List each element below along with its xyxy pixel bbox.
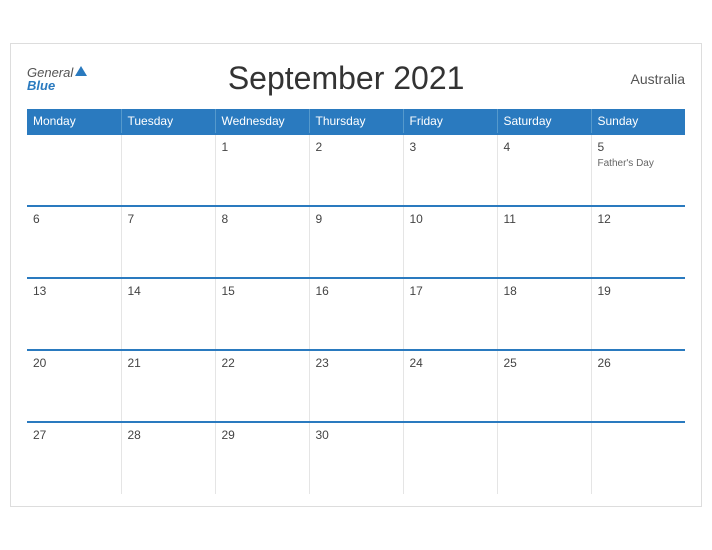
calendar-title: September 2021 — [87, 60, 605, 97]
day-number: 15 — [222, 284, 303, 298]
day-cell: 4 — [497, 134, 591, 206]
day-number: 7 — [128, 212, 209, 226]
week-row-2: 13 14 15 16 17 18 19 — [27, 278, 685, 350]
calendar-thead: MondayTuesdayWednesdayThursdayFridaySatu… — [27, 109, 685, 134]
day-cell: 27 — [27, 422, 121, 494]
day-cell: 1 — [215, 134, 309, 206]
day-number: 1 — [222, 140, 303, 154]
day-number: 28 — [128, 428, 209, 442]
header-cell-saturday: Saturday — [497, 109, 591, 134]
day-number: 4 — [504, 140, 585, 154]
logo: General Blue — [27, 66, 87, 92]
day-number: 14 — [128, 284, 209, 298]
country-label: Australia — [605, 71, 685, 87]
day-number: 19 — [598, 284, 680, 298]
day-number: 18 — [504, 284, 585, 298]
day-cell: 8 — [215, 206, 309, 278]
day-number: 17 — [410, 284, 491, 298]
day-number: 27 — [33, 428, 115, 442]
day-number: 20 — [33, 356, 115, 370]
day-cell — [27, 134, 121, 206]
header-cell-monday: Monday — [27, 109, 121, 134]
day-number: 24 — [410, 356, 491, 370]
day-number: 25 — [504, 356, 585, 370]
day-cell: 16 — [309, 278, 403, 350]
day-number: 22 — [222, 356, 303, 370]
day-cell: 24 — [403, 350, 497, 422]
day-number: 29 — [222, 428, 303, 442]
day-cell: 29 — [215, 422, 309, 494]
day-number: 2 — [316, 140, 397, 154]
day-number: 11 — [504, 212, 585, 226]
day-cell: 26 — [591, 350, 685, 422]
day-cell: 18 — [497, 278, 591, 350]
day-cell: 25 — [497, 350, 591, 422]
day-cell: 23 — [309, 350, 403, 422]
logo-general-text: General — [27, 66, 73, 79]
day-cell — [403, 422, 497, 494]
day-cell: 6 — [27, 206, 121, 278]
day-cell: 2 — [309, 134, 403, 206]
day-cell: 22 — [215, 350, 309, 422]
day-cell: 14 — [121, 278, 215, 350]
day-number: 8 — [222, 212, 303, 226]
day-cell: 21 — [121, 350, 215, 422]
day-number: 9 — [316, 212, 397, 226]
calendar-header: General Blue September 2021 Australia — [27, 60, 685, 97]
logo-blue-text: Blue — [27, 79, 55, 92]
header-cell-friday: Friday — [403, 109, 497, 134]
day-number: 6 — [33, 212, 115, 226]
day-cell: 11 — [497, 206, 591, 278]
day-cell: 5 Father's Day — [591, 134, 685, 206]
day-number: 16 — [316, 284, 397, 298]
day-number: 5 — [598, 140, 680, 154]
holiday-label: Father's Day — [598, 157, 680, 170]
calendar-tbody: 12345Father's Day67891011121314151617181… — [27, 134, 685, 494]
day-cell: 17 — [403, 278, 497, 350]
day-cell: 28 — [121, 422, 215, 494]
header-cell-wednesday: Wednesday — [215, 109, 309, 134]
header-cell-tuesday: Tuesday — [121, 109, 215, 134]
calendar-container: General Blue September 2021 Australia Mo… — [10, 43, 702, 507]
week-row-3: 20 21 22 23 24 25 26 — [27, 350, 685, 422]
header-cell-thursday: Thursday — [309, 109, 403, 134]
week-row-4: 27 28 29 30 — [27, 422, 685, 494]
day-number: 23 — [316, 356, 397, 370]
day-cell: 7 — [121, 206, 215, 278]
day-number: 10 — [410, 212, 491, 226]
day-cell: 20 — [27, 350, 121, 422]
day-number: 30 — [316, 428, 397, 442]
day-cell — [591, 422, 685, 494]
calendar-table: MondayTuesdayWednesdayThursdayFridaySatu… — [27, 109, 685, 494]
day-number: 12 — [598, 212, 680, 226]
day-number: 13 — [33, 284, 115, 298]
header-cell-sunday: Sunday — [591, 109, 685, 134]
day-cell: 30 — [309, 422, 403, 494]
day-number: 21 — [128, 356, 209, 370]
day-cell: 19 — [591, 278, 685, 350]
day-cell: 13 — [27, 278, 121, 350]
day-number: 26 — [598, 356, 680, 370]
logo-triangle-icon — [75, 66, 87, 76]
day-cell: 9 — [309, 206, 403, 278]
day-number: 3 — [410, 140, 491, 154]
day-cell: 10 — [403, 206, 497, 278]
week-row-0: 12345 Father's Day — [27, 134, 685, 206]
day-cell: 15 — [215, 278, 309, 350]
day-cell — [497, 422, 591, 494]
week-row-1: 6789 10 11 12 — [27, 206, 685, 278]
day-cell — [121, 134, 215, 206]
header-row: MondayTuesdayWednesdayThursdayFridaySatu… — [27, 109, 685, 134]
day-cell: 3 — [403, 134, 497, 206]
day-cell: 12 — [591, 206, 685, 278]
